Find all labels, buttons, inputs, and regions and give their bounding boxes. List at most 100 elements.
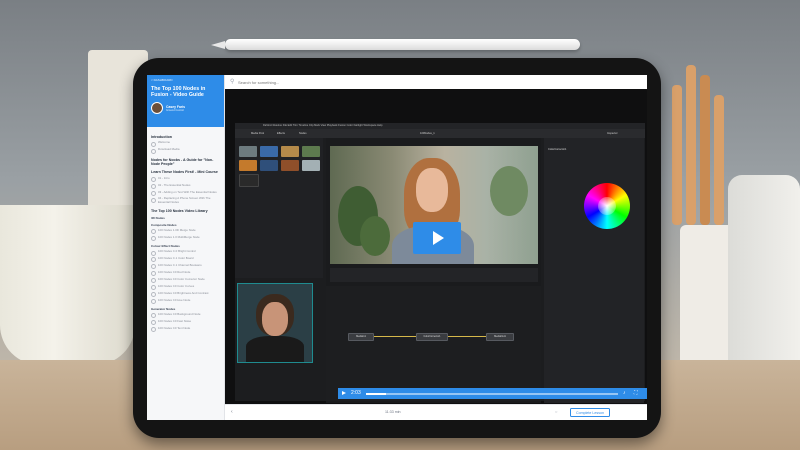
tablet-screen: < DASHBOARD The Top 100 Nodes in Fusion … [147,75,647,420]
sidebar-section-title: Introduction [151,135,172,139]
tab-nodes: Nodes [299,132,307,135]
lesson-status-icon [151,291,156,297]
sidebar-lesson-item[interactable]: 03 - Adding on Text With The Essential N… [151,189,220,196]
pencil-sharpener [728,175,800,385]
sidebar-lesson-label: 100 Nodes 1.0 MultiMerge Node [158,234,200,239]
sidebar-lesson-label: 100 Nodes C.1 Channel Booleans [158,263,202,268]
lesson-status-icon [151,184,156,189]
sidebar-lesson-item[interactable]: Welcome [151,140,220,147]
lesson-status-icon [151,313,156,319]
sidebar-lesson-label: 100 Nodes C0 Hue Node [158,297,191,302]
media-pool-panel [235,138,323,278]
lesson-status-icon [151,190,156,196]
sidebar-lesson-item[interactable]: 04 - Replacing A Phone Screen With The E… [151,197,220,204]
sidebar-lesson-label: 02 - The Essential Nodes [158,182,191,187]
dashboard-link[interactable]: < DASHBOARD [151,78,220,82]
sidebar-lesson-item[interactable]: 100 Nodes C0 Color Curves [151,283,220,291]
lesson-status-icon [151,148,156,154]
video-time: 2:03 [351,390,361,396]
video-progress-bar[interactable] [366,393,618,395]
sidebar-lesson-label: 100 Nodes C0 Brightness And Contrast [158,290,209,295]
course-header: < DASHBOARD The Top 100 Nodes in Fusion … [147,75,224,127]
fullscreen-icon[interactable]: ⛶ [634,390,638,396]
media-thumbnail [302,146,320,157]
volume-icon[interactable]: ♪ [623,390,626,396]
tab-inspector: Inspector [607,132,618,135]
lesson-status-icon [151,177,156,183]
avatar [151,102,163,115]
media-thumbnail [260,146,278,157]
sidebar-lesson-label: 100 Nodes C0 Color Curves [158,283,195,288]
node-editor: MediaIn1 ColorCorrector1 MediaOut1 [326,286,541,401]
sidebar-lesson-label: 100 Nodes C0 Red Node [158,269,191,274]
lesson-status-icon [151,271,156,277]
tab-media-pool: Media Pool [251,132,264,135]
sidebar-lesson-item[interactable]: 100 Nodes C0 Brightness And Contrast [151,290,220,297]
sidebar-lesson-label: Welcome [158,140,170,145]
sidebar-lesson-label: 100 Nodes C0 Text Node [158,325,191,330]
sidebar-section-title: Learn These Nodes First! - Mini Course [151,170,218,175]
sidebar-lesson-label: 01 - Intro [158,175,170,180]
sidebar-lesson-item[interactable]: 100 Nodes C.1 Color Board [151,256,220,263]
previous-icon[interactable]: ‹ [231,409,233,415]
viewer-panel: MediaIn1 ColorCorrector1 MediaOut1 [326,138,541,403]
lesson-status-icon [151,141,156,147]
course-title: The Top 100 Nodes in Fusion - Video Guid… [151,86,206,99]
lesson-status-icon [151,250,156,256]
video-stage: DaVinci Resolve File Edit Trim Timeline … [225,89,647,404]
lesson-status-icon [151,298,156,304]
media-thumbnail [281,146,299,157]
course-sidebar: < DASHBOARD The Top 100 Nodes in Fusion … [147,75,225,420]
lesson-duration: 11:33 min [385,410,401,414]
sidebar-lesson-item[interactable]: 100 Nodes C0 Color Corrector Node [151,276,220,284]
lesson-status-icon [151,264,156,270]
sidebar-lesson-item[interactable]: 100 Nodes C0 Hue Node [151,297,220,304]
color-wheel[interactable] [584,183,630,229]
search-input[interactable] [238,78,538,86]
lesson-status-icon [151,229,156,235]
sidebar-lesson-label: 100 Nodes 1.0D Merge Node [158,228,196,233]
pencil-cup [668,55,728,225]
video-controls: 2:03 ♪ ⛶ [338,388,647,399]
search-icon: ⚲ [230,79,235,85]
sidebar-subsection-title: Composite Nodes [151,223,177,228]
play-button[interactable] [413,222,461,254]
viewer-timeline[interactable] [330,268,538,282]
lesson-status-icon [151,257,156,263]
lesson-status-icon [151,236,156,242]
sidebar-lesson-item[interactable]: 100 Nodes C.1 Channel Booleans [151,263,220,270]
sidebar-lesson-item[interactable]: 100 Nodes 1.0D Merge Node [151,228,220,235]
sidebar-lesson-item[interactable]: 100 Nodes C0 Background Node [151,312,220,319]
sidebar-lesson-item[interactable]: 01 - Intro [151,175,220,183]
sidebar-lesson-item[interactable]: 100 Nodes C0 Fast Noise [151,318,220,325]
sidebar-lesson-item[interactable]: 100 Nodes 1.0 MultiMerge Node [151,234,220,242]
sidebar-lesson-item[interactable]: 100 Nodes C0 Text Node [151,325,220,332]
media-thumbnail [260,160,278,171]
author-role: Ground Control [166,108,184,112]
presenter-webcam [237,283,313,363]
complete-lesson-button[interactable]: Complete Lesson [570,408,610,417]
sidebar-lesson-label: 100 Nodes C0 Color Corrector Node [158,276,205,281]
sidebar-subsection-title: Generator Nodes [151,306,176,311]
sidebar-lesson-item[interactable]: 100 Nodes C0 Red Node [151,269,220,277]
sidebar-lesson-item[interactable]: 02 - The Essential Nodes [151,182,220,189]
lesson-status-icon [151,285,156,291]
play-icon[interactable] [342,391,346,395]
sidebar-lesson-label: 04 - Replacing A Phone Screen With The E… [158,196,211,205]
video-player[interactable]: DaVinci Resolve File Edit Trim Timeline … [235,123,645,403]
next-icon[interactable]: ○ [555,409,557,414]
media-thumbnail [239,146,257,157]
media-thumbnail [239,174,259,187]
search-bar: ⚲ [225,75,647,90]
sidebar-lesson-label: 100 Nodes C.0 Bright Control [158,249,196,254]
sidebar-lesson-label: 100 Nodes C0 Fast Noise [158,318,192,323]
sidebar-lesson-item[interactable]: Download Media [151,147,220,154]
node-colorcorrector[interactable]: ColorCorrector1 [416,333,448,341]
sidebar-lesson-label: 03 - Adding on Text With The Essential N… [158,189,217,194]
sidebar-lesson-item[interactable]: 100 Nodes C.0 Bright Control [151,249,220,256]
node-mediain[interactable]: MediaIn1 [348,333,374,341]
tablet: < DASHBOARD The Top 100 Nodes in Fusion … [133,58,661,438]
lesson-status-icon [151,326,156,332]
node-mediaout[interactable]: MediaOut1 [486,333,514,341]
sidebar-subsection-title: Colour Effect Nodes [151,244,180,249]
